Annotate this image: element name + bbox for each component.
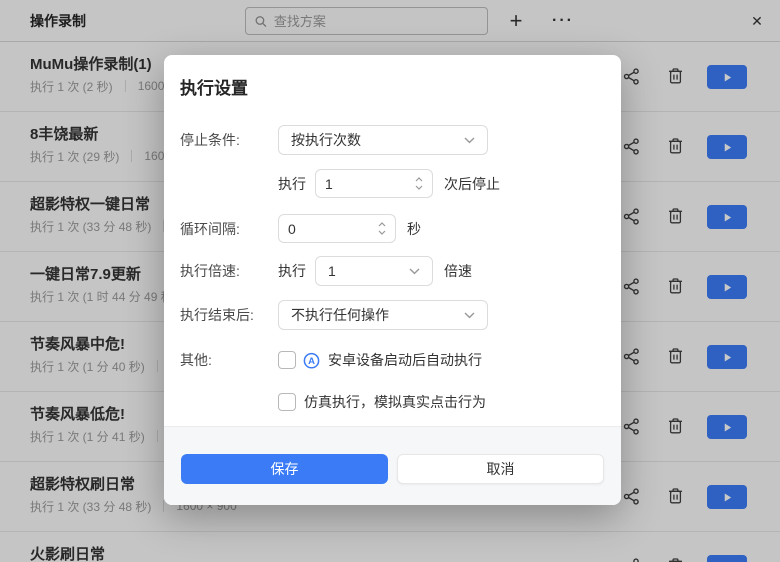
simulate-label: 仿真执行，模拟真实点击行为 xyxy=(304,394,486,410)
speed-suffix: 倍速 xyxy=(444,263,472,279)
after-end-label: 执行结束后: xyxy=(180,307,254,323)
number-spinner[interactable] xyxy=(378,222,386,235)
exec-times-value: 1 xyxy=(325,175,333,192)
auto-start-checkbox[interactable] xyxy=(278,351,296,369)
dialog-title: 执行设置 xyxy=(180,79,248,98)
chevron-down-icon xyxy=(409,267,420,274)
chevron-down-icon xyxy=(464,311,475,318)
operation-recording-window: 操作录制 + ··· ✕ MuMu操作录制(1) 执行 1 次 (2 秒)160… xyxy=(0,0,780,562)
speed-value: 1 xyxy=(328,263,336,279)
stop-condition-label: 停止条件: xyxy=(180,132,240,148)
stop-condition-value: 按执行次数 xyxy=(291,132,361,148)
exec-times-suffix: 次后停止 xyxy=(444,175,500,192)
auto-start-label: 安卓设备启动后自动执行 xyxy=(328,352,482,368)
speed-prefix: 执行 xyxy=(278,263,306,279)
after-end-select[interactable]: 不执行任何操作 xyxy=(278,300,488,330)
save-button[interactable]: 保存 xyxy=(181,454,388,484)
exec-times-prefix: 执行 xyxy=(278,175,306,192)
after-end-value: 不执行任何操作 xyxy=(291,307,389,323)
cancel-button[interactable]: 取消 xyxy=(397,454,604,484)
number-spinner[interactable] xyxy=(415,177,423,190)
exec-times-input[interactable]: 1 xyxy=(315,169,433,198)
android-icon: A xyxy=(303,352,320,369)
stop-condition-select[interactable]: 按执行次数 xyxy=(278,125,488,155)
svg-text:A: A xyxy=(308,356,315,367)
speed-label: 执行倍速: xyxy=(180,263,240,279)
speed-select[interactable]: 1 xyxy=(315,256,433,286)
loop-interval-label: 循环间隔: xyxy=(180,220,240,237)
spinner-up-icon[interactable] xyxy=(378,222,386,227)
others-label: 其他: xyxy=(180,352,212,368)
spinner-down-icon[interactable] xyxy=(415,185,423,190)
loop-interval-input[interactable]: 0 xyxy=(278,214,396,243)
chevron-down-icon xyxy=(464,136,475,143)
simulate-checkbox[interactable] xyxy=(278,393,296,411)
loop-interval-value: 0 xyxy=(288,220,296,237)
spinner-down-icon[interactable] xyxy=(378,230,386,235)
execution-settings-dialog: 执行设置 停止条件: 按执行次数 执行 1 次后停止 循环间隔: 0 秒 执行倍… xyxy=(164,55,621,505)
dialog-footer: 保存 取消 xyxy=(164,426,621,505)
loop-interval-suffix: 秒 xyxy=(407,220,421,237)
spinner-up-icon[interactable] xyxy=(415,177,423,182)
